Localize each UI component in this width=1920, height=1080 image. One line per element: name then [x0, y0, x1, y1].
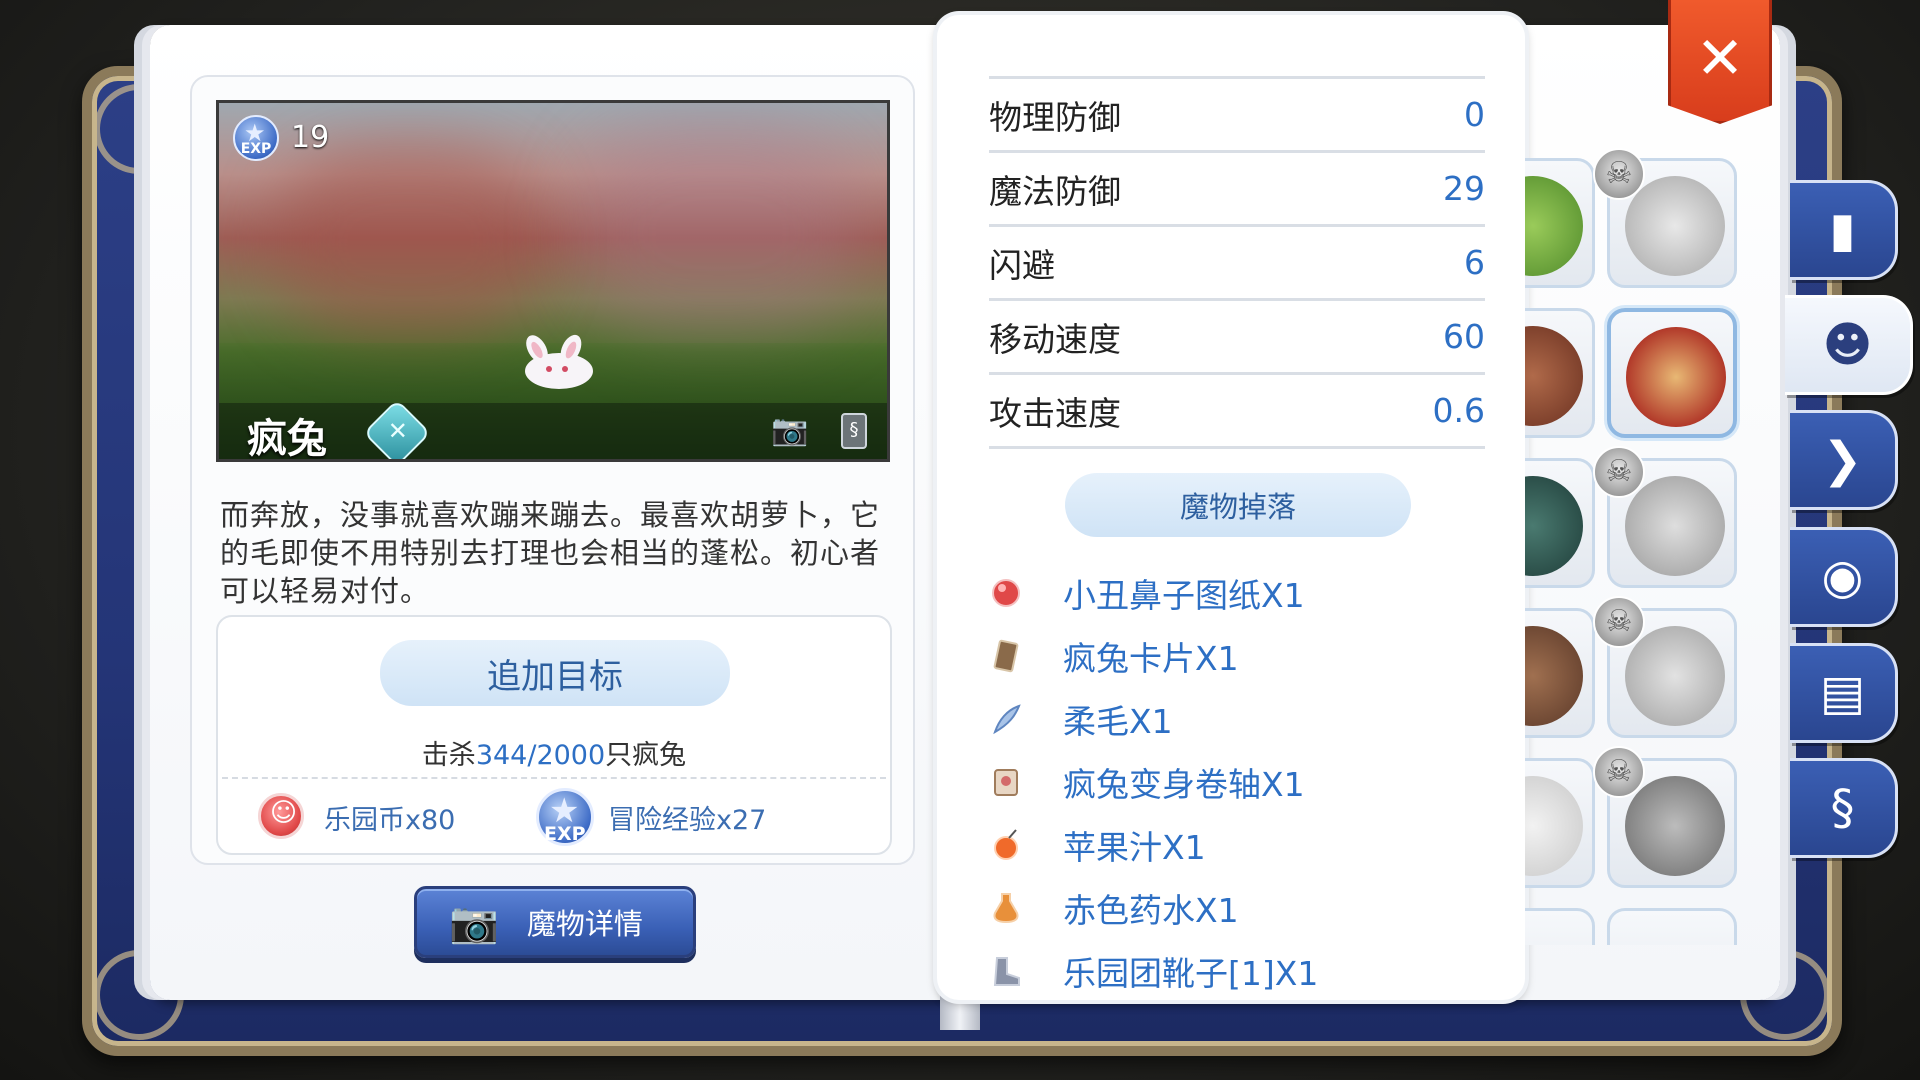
drop-item[interactable]: 乐园团靴子[1]X1 — [989, 943, 1318, 999]
monster-thumb — [1625, 776, 1725, 876]
kill-count: 344/2000 — [475, 740, 606, 771]
monster-cell[interactable] — [1525, 908, 1595, 945]
monster-drops-header[interactable]: 魔物掉落 — [1065, 473, 1411, 537]
stat-label: 闪避 — [989, 245, 1055, 285]
feather-icon — [993, 704, 1021, 735]
drop-item[interactable]: 小丑鼻子图纸X1 — [989, 565, 1305, 621]
monster-exp-value: 19 — [291, 120, 330, 155]
camera-icon: 📷 — [449, 899, 499, 946]
mvp-skull-icon: ☠ — [1593, 148, 1645, 200]
monster-thumb — [1625, 476, 1725, 576]
stat-row: 物理防御 0 — [989, 79, 1485, 153]
stat-row: 闪避 6 — [989, 227, 1485, 301]
stat-label: 魔法防御 — [989, 171, 1121, 211]
stat-label: 物理防御 — [989, 97, 1121, 137]
tab-album[interactable]: ▤ — [1790, 643, 1898, 743]
camera-icon[interactable]: 📷 — [771, 413, 808, 448]
monster-thumb — [1625, 176, 1725, 276]
tab-book[interactable]: ▮ — [1790, 180, 1898, 280]
apple-juice-icon — [994, 829, 1018, 860]
monster-name: 疯兔 — [247, 416, 327, 462]
monster-thumb — [1525, 476, 1583, 576]
reward-coin-label: 乐园币x80 — [324, 805, 456, 836]
monster-thumb — [1525, 176, 1583, 276]
exp-icon: ★ EXP — [233, 115, 279, 161]
drop-item[interactable]: 赤色药水X1 — [989, 880, 1239, 936]
drop-item[interactable]: 疯兔变身卷轴X1 — [989, 754, 1305, 810]
stat-value: 6 — [1464, 243, 1485, 282]
stat-label: 移动速度 — [989, 319, 1121, 359]
tab-card[interactable]: § — [1790, 758, 1898, 858]
monster-thumb — [1525, 776, 1583, 876]
monster-grid: ☠ ☠ ☠ ☠ — [1525, 140, 1751, 945]
stat-label: 攻击速度 — [989, 393, 1121, 433]
monster-thumb — [1625, 626, 1725, 726]
stats-panel[interactable]: 物理防御 0 魔法防御 29 闪避 6 移动速度 60 攻击速度 0.6 魔物掉… — [937, 15, 1525, 1000]
card-icon[interactable]: § — [841, 413, 867, 449]
monster-thumb — [1525, 626, 1583, 726]
stat-value: 29 — [1443, 169, 1485, 208]
monster-detail-button[interactable]: 📷 魔物详情 — [414, 886, 696, 958]
monster-description: 而奔放，没事就喜欢蹦来蹦去。最喜欢胡萝卜，它的毛即使不用特别去打理也会相当的蓬松… — [220, 498, 881, 608]
reward-exp-label: 冒险经验x27 — [608, 805, 767, 836]
stat-row: 魔法防御 29 — [989, 153, 1485, 227]
red-potion-icon — [993, 893, 1019, 924]
scroll-icon — [994, 769, 1018, 796]
stat-value: 0.6 — [1432, 391, 1485, 430]
monster-thumb — [1525, 326, 1583, 426]
tab-hunt[interactable]: ❯ — [1790, 410, 1898, 510]
monster-cell[interactable] — [1525, 158, 1595, 288]
monster-cell[interactable] — [1525, 458, 1595, 588]
lunatic-bunny-image — [525, 334, 593, 389]
tab-monster[interactable]: ☻ — [1785, 295, 1913, 395]
monster-cell[interactable] — [1525, 608, 1595, 738]
stat-value: 60 — [1443, 317, 1485, 356]
divider — [222, 777, 886, 779]
drop-item[interactable]: 柔毛X1 — [989, 691, 1173, 747]
mvp-skull-icon: ☠ — [1593, 446, 1645, 498]
card-icon — [993, 639, 1019, 673]
monster-cell[interactable] — [1607, 908, 1737, 945]
red-nose-icon — [992, 579, 1020, 607]
stat-row: 攻击速度 0.6 — [989, 375, 1485, 449]
close-button[interactable]: ✕ — [1668, 0, 1772, 124]
boots-icon — [993, 957, 1020, 986]
monster-preview[interactable]: ★EXP 19 疯兔 📷 § — [216, 100, 890, 462]
monster-cell[interactable] — [1525, 758, 1595, 888]
kill-progress: 击杀344/2000只疯兔 — [421, 740, 687, 771]
mvp-skull-icon: ☠ — [1593, 746, 1645, 798]
drop-item[interactable]: 苹果汁X1 — [989, 817, 1206, 873]
park-coin-icon — [258, 793, 304, 839]
drop-item[interactable]: 疯兔卡片X1 — [989, 628, 1239, 684]
tab-npc[interactable]: ◉ — [1790, 527, 1898, 627]
exp-icon: ★ EXP — [536, 788, 594, 846]
monster-thumb — [1626, 327, 1726, 427]
monster-cell-selected[interactable] — [1607, 308, 1737, 438]
mvp-skull-icon: ☠ — [1593, 596, 1645, 648]
monster-cell[interactable] — [1525, 308, 1595, 438]
add-target-button[interactable]: 追加目标 — [380, 640, 730, 706]
stat-row-cut — [989, 15, 1485, 79]
stat-row: 移动速度 60 — [989, 301, 1485, 375]
stat-value: 0 — [1464, 95, 1485, 134]
